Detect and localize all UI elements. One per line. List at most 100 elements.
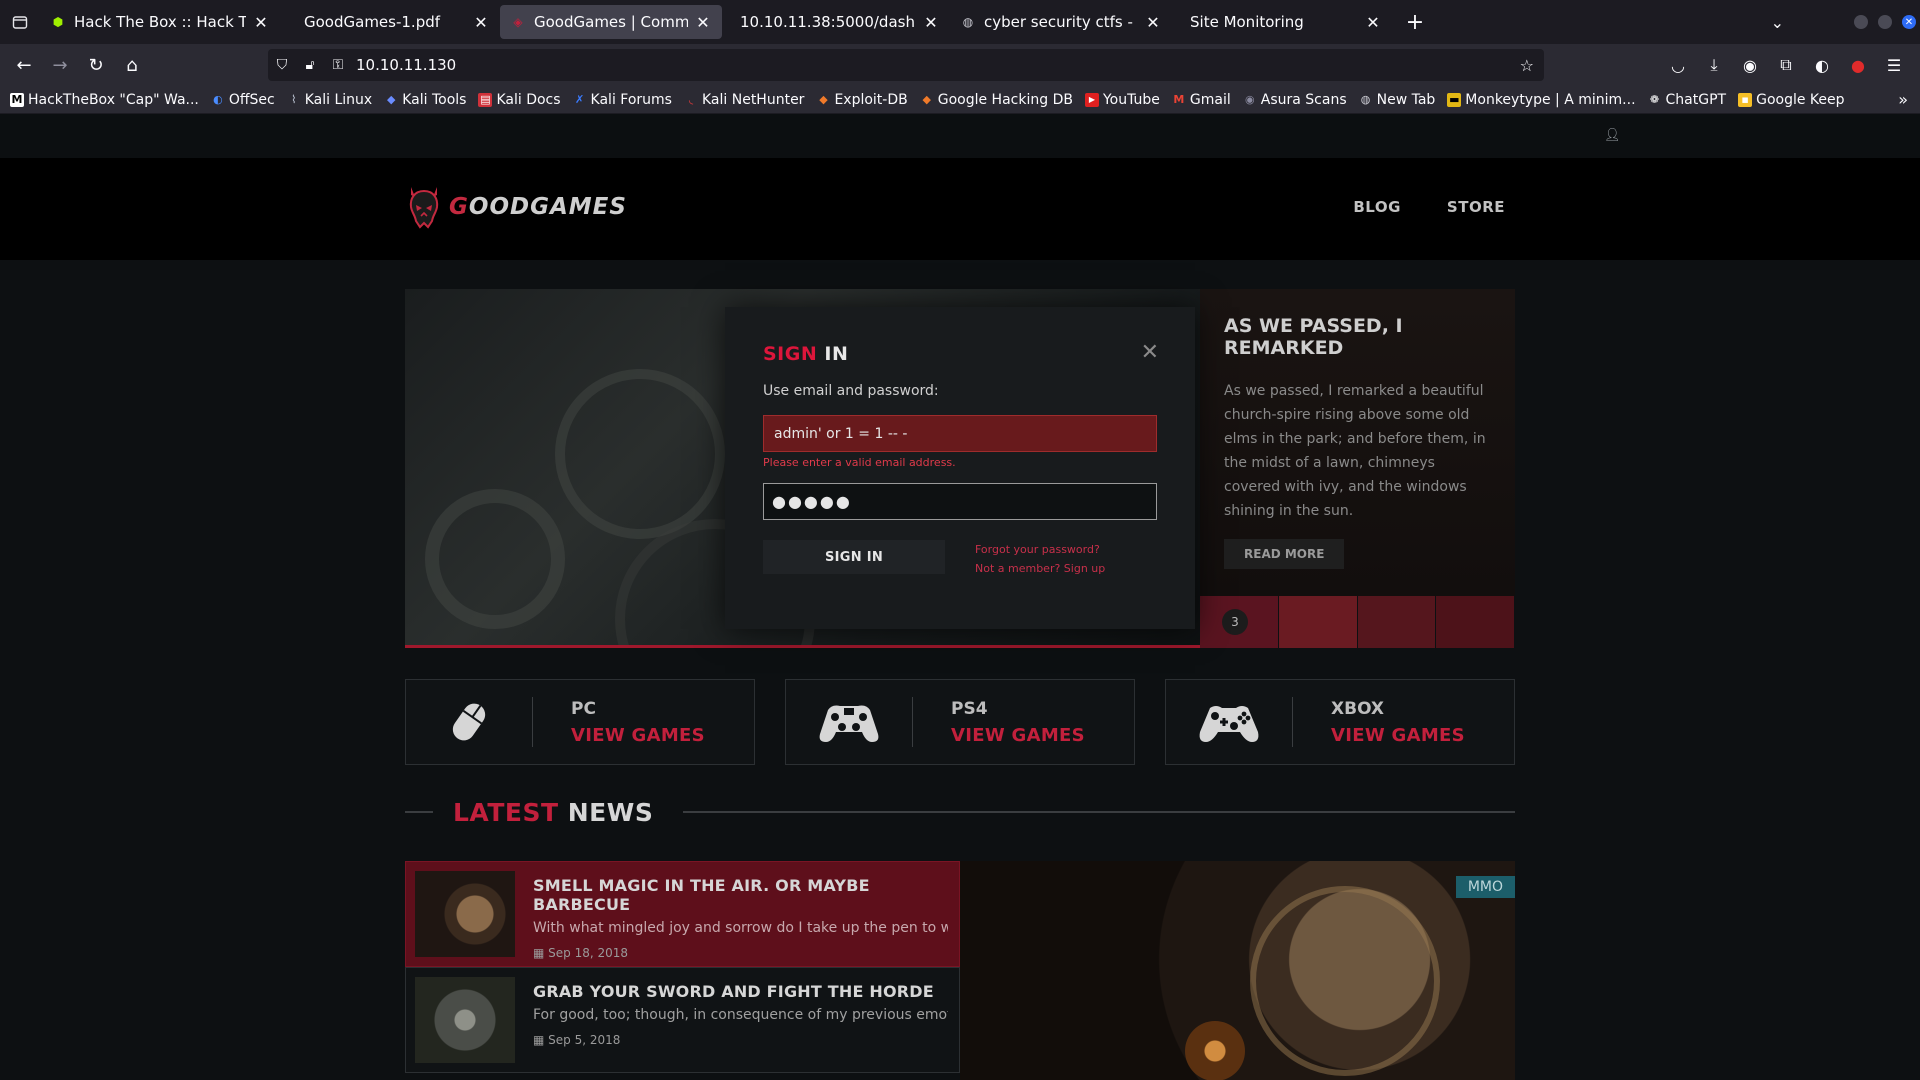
email-field[interactable]: admin' or 1 = 1 -- - xyxy=(763,415,1157,452)
platform-card-xbox[interactable]: XBOX VIEW GAMES xyxy=(1165,679,1515,765)
bookmark-item[interactable]: ◟ Kali NetHunter xyxy=(684,92,805,108)
bookmark-item[interactable]: M Gmail xyxy=(1172,92,1230,108)
site-header: GOODGAMES BLOG STORE xyxy=(0,158,1920,260)
tab-bar: ⬢ Hack The Box :: Hack The ✕ GoodGames-1… xyxy=(0,0,1920,44)
reload-icon[interactable]: ↻ xyxy=(78,47,114,83)
more-bookmarks-icon[interactable]: » xyxy=(1898,90,1908,109)
sign-up-link[interactable]: Not a member? Sign up xyxy=(975,559,1105,578)
hackthebox-icon: ⬢ xyxy=(52,15,64,29)
tab-pdf[interactable]: GoodGames-1.pdf ✕ xyxy=(280,5,500,39)
close-window-button[interactable]: ✕ xyxy=(1902,15,1916,29)
slider-thumb[interactable]: 3 xyxy=(1200,596,1278,648)
menu-item-blog[interactable]: BLOG xyxy=(1353,198,1401,216)
downloads-icon[interactable]: ⤓ xyxy=(1696,47,1732,83)
news-excerpt: With what mingled joy and sorrow do I ta… xyxy=(533,920,948,936)
close-icon[interactable]: ✕ xyxy=(1141,342,1159,364)
extension-mask-icon[interactable]: ◐ xyxy=(1804,47,1840,83)
calendar-icon: ▦ xyxy=(533,1033,549,1047)
chevron-down-icon[interactable]: ⌄ xyxy=(1771,13,1784,32)
extension-red-icon[interactable]: ● xyxy=(1840,47,1876,83)
password-field[interactable]: ●●●●● xyxy=(763,483,1157,520)
tab-overview-icon[interactable] xyxy=(0,0,40,44)
maximize-button[interactable] xyxy=(1878,15,1892,29)
tab-search[interactable]: ◍ cyber security ctfs - Nmap ✕ xyxy=(950,5,1172,39)
url-bar[interactable]: ⛉ 🔓︎ ⚿ 10.10.11.130 ☆ xyxy=(268,49,1544,81)
news-item[interactable]: GRAB YOUR SWORD AND FIGHT THE HORDE For … xyxy=(405,967,960,1073)
view-games-link[interactable]: VIEW GAMES xyxy=(1331,725,1465,746)
slider-thumb[interactable] xyxy=(1357,596,1436,648)
bookmark-item[interactable]: M HackTheBox "Cap" Wa... xyxy=(10,92,199,108)
tab-site-monitoring[interactable]: Site Monitoring ✕ xyxy=(1172,5,1392,39)
menu-icon[interactable]: ☰ xyxy=(1876,47,1912,83)
main-menu: BLOG STORE xyxy=(1307,198,1505,216)
back-arrow-icon[interactable]: ← xyxy=(6,47,42,83)
bookmark-item[interactable]: ◐ OffSec xyxy=(211,92,275,108)
home-icon[interactable]: ⌂ xyxy=(114,47,150,83)
new-tab-button[interactable]: + xyxy=(1400,7,1430,37)
sign-in-button[interactable]: SIGN IN xyxy=(763,540,945,574)
shield-icon[interactable]: ⛉ xyxy=(268,57,296,73)
kali-forums-icon: ✗ xyxy=(574,93,585,106)
site-logo[interactable]: GOODGAMES xyxy=(405,183,627,231)
platform-card-pc[interactable]: PC VIEW GAMES xyxy=(405,679,755,765)
category-badge[interactable]: MMO xyxy=(1455,876,1515,898)
top-strip: 👤︎ xyxy=(0,114,1920,158)
bookmark-item[interactable]: ▤ Kali Docs xyxy=(478,92,561,108)
forgot-password-link[interactable]: Forgot your password? xyxy=(975,540,1105,559)
close-tab-icon[interactable]: ✕ xyxy=(694,13,712,32)
tab-goodgames[interactable]: ◈ GoodGames | Community ✕ xyxy=(500,5,722,39)
tab-title: Hack The Box :: Hack The xyxy=(74,13,246,31)
key-icon[interactable]: ⚿ xyxy=(324,57,352,73)
mouse-icon xyxy=(406,679,532,765)
news-thumbnail xyxy=(415,977,515,1063)
close-tab-icon[interactable]: ✕ xyxy=(1364,13,1382,32)
news-item[interactable]: SMELL MAGIC IN THE AIR. OR MAYBE BARBECU… xyxy=(405,861,960,967)
bookmark-item[interactable]: ◆ Exploit-DB xyxy=(816,92,908,108)
view-games-link[interactable]: VIEW GAMES xyxy=(571,725,705,746)
bookmark-item[interactable]: ◍ New Tab xyxy=(1359,92,1436,108)
gmail-icon: M xyxy=(1173,93,1185,106)
bookmark-item[interactable]: ❁ ChatGPT xyxy=(1648,91,1727,108)
close-tab-icon[interactable]: ✕ xyxy=(1144,13,1162,32)
bookmark-label: New Tab xyxy=(1376,91,1436,108)
bookmark-star-icon[interactable]: ☆ xyxy=(1520,56,1534,75)
bookmark-label: Kali Forums xyxy=(590,91,672,108)
bookmark-item[interactable]: ▬ Monkeytype | A minim... xyxy=(1447,92,1636,108)
bookmark-label: Kali Linux xyxy=(304,91,373,108)
platform-card-ps4[interactable]: PS4 VIEW GAMES xyxy=(785,679,1135,765)
url-text[interactable]: 10.10.11.130 xyxy=(356,56,456,74)
view-games-link[interactable]: VIEW GAMES xyxy=(951,725,1085,746)
account-icon[interactable]: ◉ xyxy=(1732,47,1768,83)
close-tab-icon[interactable]: ✕ xyxy=(922,13,940,32)
bookmark-item[interactable]: ◉ Asura Scans xyxy=(1243,92,1347,108)
bookmark-label: ChatGPT xyxy=(1665,91,1727,108)
news-thumbnail xyxy=(415,871,515,957)
bookmark-item[interactable]: ▶ YouTube xyxy=(1084,92,1160,108)
minimize-button[interactable] xyxy=(1854,15,1868,29)
read-more-button[interactable]: READ MORE xyxy=(1224,539,1345,569)
bookmark-item[interactable]: ⌇ Kali Linux xyxy=(287,92,372,108)
platform-name: PC xyxy=(571,698,596,719)
slider-thumb[interactable] xyxy=(1436,596,1514,648)
slider-thumb[interactable] xyxy=(1278,596,1357,648)
bookmark-item[interactable]: ✗ Kali Forums xyxy=(573,92,672,108)
extensions-icon[interactable]: ⧉ xyxy=(1768,47,1804,83)
close-tab-icon[interactable]: ✕ xyxy=(472,13,490,32)
modal-title: SIGN IN xyxy=(763,343,849,365)
hero-caption: AS WE PASSED, I REMARKED As we passed, I… xyxy=(1200,289,1515,596)
lock-icon[interactable]: 🔓︎ xyxy=(296,57,324,73)
pocket-icon[interactable]: ◡ xyxy=(1660,47,1696,83)
kali-dragon-icon: ⌇ xyxy=(291,93,297,106)
featured-news-image[interactable]: MMO xyxy=(960,861,1515,1080)
menu-item-store[interactable]: STORE xyxy=(1447,198,1505,216)
tab-dashboard[interactable]: 10.10.11.38:5000/dashboard ✕ xyxy=(722,5,950,39)
bookmark-item[interactable]: ◆ Kali Tools xyxy=(384,92,466,108)
forward-arrow-icon[interactable]: → xyxy=(42,47,78,83)
close-tab-icon[interactable]: ✕ xyxy=(252,13,270,32)
web-page: 👤︎ GOODGAMES BLOG STORE AS WE PASSED, I … xyxy=(0,114,1920,1080)
tab-hackthebox[interactable]: ⬢ Hack The Box :: Hack The ✕ xyxy=(40,5,280,39)
bookmark-item[interactable]: ◆ Google Hacking DB xyxy=(920,92,1073,108)
platform-name: XBOX xyxy=(1331,698,1385,719)
bookmark-item[interactable]: ▪ Google Keep xyxy=(1738,92,1845,108)
user-icon[interactable]: 👤︎ xyxy=(1604,128,1621,144)
